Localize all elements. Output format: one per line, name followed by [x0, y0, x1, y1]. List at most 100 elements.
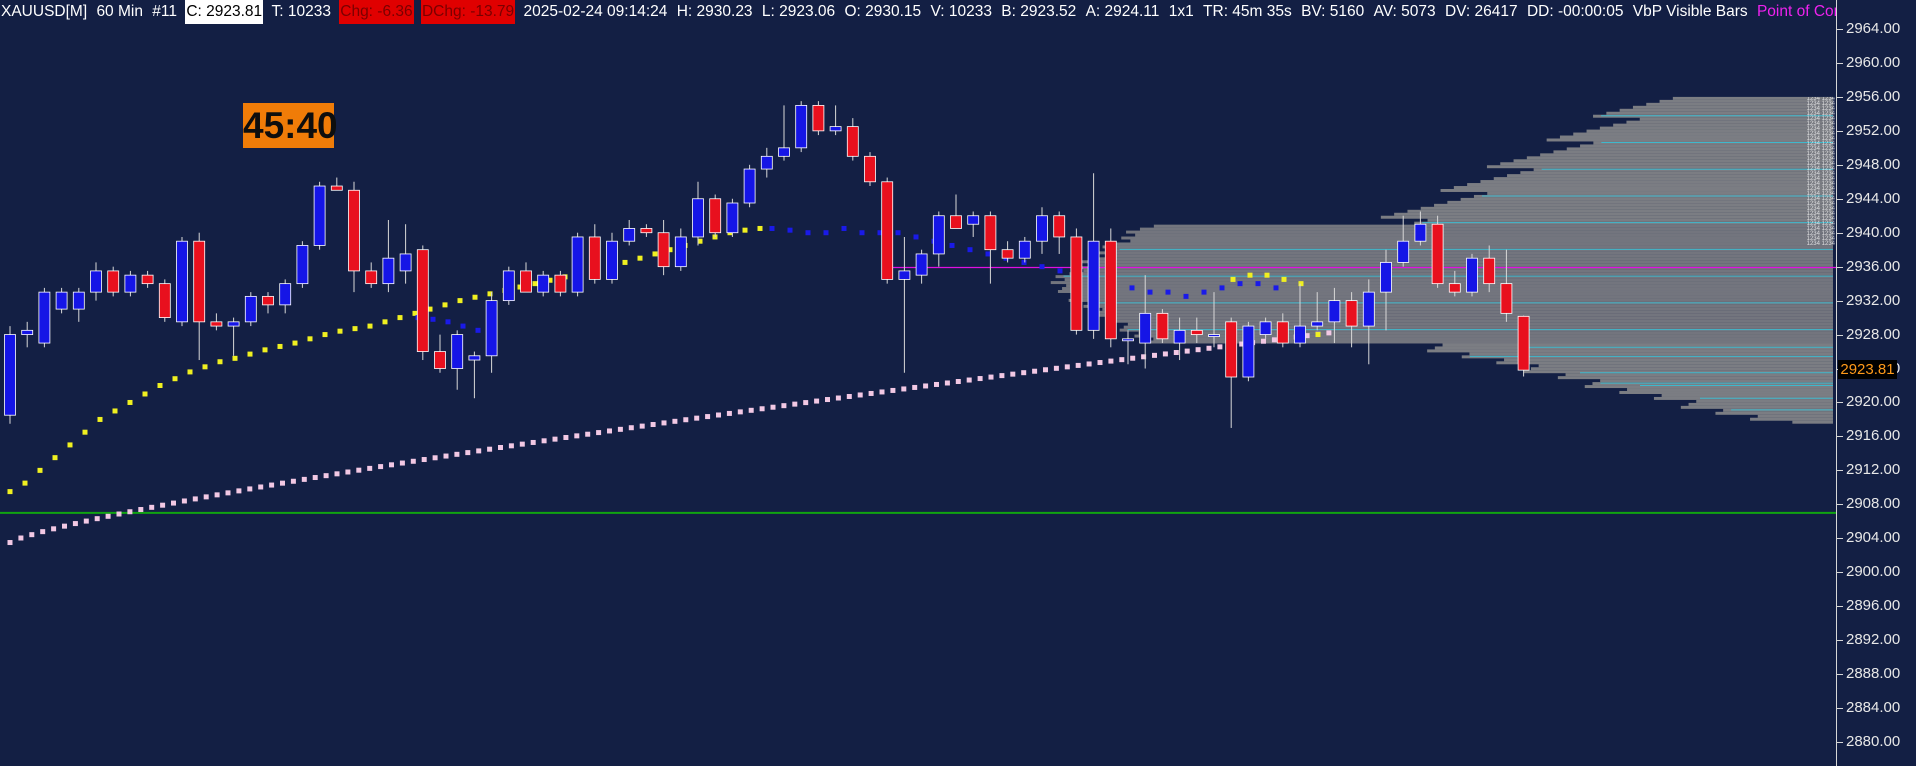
volume-profile-bar	[1507, 174, 1833, 178]
pink-indicator-dot	[661, 420, 667, 426]
pink-indicator-dot	[1195, 347, 1201, 353]
volume-profile-bar	[1500, 162, 1833, 166]
bull-candle	[743, 168, 756, 204]
volume-profile-bar	[1427, 218, 1833, 222]
blue-indicator-dot	[1057, 268, 1063, 274]
bear-candle	[640, 228, 653, 234]
bull-candle	[382, 257, 395, 285]
bull-candle	[571, 236, 584, 293]
datetime-label: 2025-02-24 09:14:24	[523, 3, 668, 20]
bull-candle	[313, 185, 326, 246]
pink-indicator-dot	[51, 526, 57, 532]
bull-candle	[485, 300, 498, 357]
blue-indicator-dot	[859, 230, 865, 236]
blue-indicator-dot	[805, 230, 811, 236]
tick-label: 2880.00	[1846, 733, 1901, 750]
volume-profile-bar	[1135, 233, 1833, 237]
pink-indicator-dot	[410, 458, 416, 464]
yellow-indicator-dot	[622, 259, 628, 265]
volume-profile-bar	[1083, 304, 1833, 308]
pink-indicator-dot	[72, 521, 78, 527]
pink-indicator-dot	[825, 397, 830, 403]
volume-profile-bar	[1632, 105, 1833, 109]
tick-mark	[1837, 198, 1843, 200]
tick-mark	[1837, 674, 1843, 676]
blue-indicator-dot	[1039, 264, 1045, 270]
volume-profile-bar	[1102, 245, 1833, 249]
blue-indicator-dot	[475, 327, 481, 333]
pink-indicator-dot	[1021, 370, 1027, 376]
volume-profile-bar	[1116, 242, 1833, 246]
pink-indicator-dot	[62, 523, 67, 529]
price-axis[interactable]: 2964.00 2960.00 2956.00 2952.00 2948.00 2944.…	[1836, 0, 1916, 766]
bull-candle	[898, 270, 911, 280]
bull-candle	[4, 334, 16, 416]
volume-profile-bar	[1538, 364, 1833, 368]
tick-mark	[1837, 62, 1843, 64]
tick-mark	[1837, 300, 1843, 302]
pink-indicator-dot	[367, 465, 373, 471]
bear-candle	[864, 155, 876, 183]
bear-candle	[588, 236, 601, 280]
pink-indicator-dot	[378, 464, 384, 470]
pink-indicator-dot	[247, 486, 253, 492]
pink-indicator-dot	[508, 443, 514, 449]
pink-indicator-dot	[672, 418, 678, 424]
pink-indicator-dot	[421, 457, 427, 463]
bull-candle	[21, 329, 34, 335]
bull-candle	[38, 291, 51, 344]
pink-indicator-dot	[116, 511, 122, 517]
yellow-indicator-dot	[67, 442, 73, 448]
tick-label: 2908.00	[1846, 495, 1901, 513]
yellow-indicator-dot	[142, 391, 148, 397]
pink-indicator-dot	[1326, 330, 1332, 336]
bull-candle	[227, 321, 240, 327]
tick-mark	[1837, 29, 1843, 30]
bear-candle	[141, 274, 154, 285]
blue-indicator-dot	[769, 225, 775, 231]
tick-count: T: 10233	[271, 3, 331, 20]
bear-candle	[1001, 249, 1014, 259]
bid-value: B: 2923.52	[1001, 3, 1077, 20]
volume-profile-bar	[1627, 388, 1833, 392]
pink-indicator-dot	[149, 504, 155, 510]
pink-indicator-dot	[160, 502, 166, 508]
blue-indicator-dot	[841, 225, 847, 231]
volume-profile-bar	[1434, 203, 1833, 207]
pink-indicator-dot	[792, 401, 798, 407]
tick-label: 2884.00	[1846, 699, 1901, 717]
pink-indicator-dot	[694, 415, 700, 421]
volume-profile-bar	[1487, 191, 1833, 195]
tick-mark	[1837, 742, 1843, 743]
yellow-indicator-dot	[232, 355, 238, 361]
volume-profile-bar	[1619, 391, 1833, 394]
yellow-indicator-dot	[127, 399, 133, 405]
yellow-indicator-dot	[1230, 276, 1236, 282]
tick-mark	[1837, 470, 1843, 472]
volume-profile-bar	[1062, 287, 1833, 291]
volume-profile-bar	[1530, 367, 1833, 371]
bull-candle	[296, 245, 309, 285]
bull-candle	[1208, 334, 1220, 337]
pink-indicator-dot	[977, 376, 983, 382]
pink-indicator-dot	[999, 373, 1005, 379]
pink-indicator-dot	[519, 441, 525, 447]
volume-profile-bar	[1083, 269, 1833, 273]
pink-indicator-dot	[203, 494, 209, 500]
volume-profile-bar	[1493, 177, 1833, 181]
pink-indicator-dot	[574, 433, 580, 439]
pink-indicator-dot	[399, 460, 405, 466]
bear-candle	[365, 270, 378, 285]
volume-profile-bar	[1565, 373, 1833, 377]
pink-indicator-dot	[454, 451, 460, 457]
tick-mark	[1837, 606, 1843, 608]
bear-candle	[107, 270, 120, 293]
pink-indicator-dot	[628, 425, 634, 431]
volume-profile-bar	[1613, 123, 1833, 127]
blue-indicator-dot	[1165, 289, 1171, 295]
yellow-indicator-dot	[37, 467, 43, 473]
bull-candle	[90, 270, 102, 293]
volume-profile-bar	[1599, 126, 1833, 130]
pink-indicator-dot	[890, 387, 896, 393]
pink-indicator-dot	[1032, 368, 1038, 374]
